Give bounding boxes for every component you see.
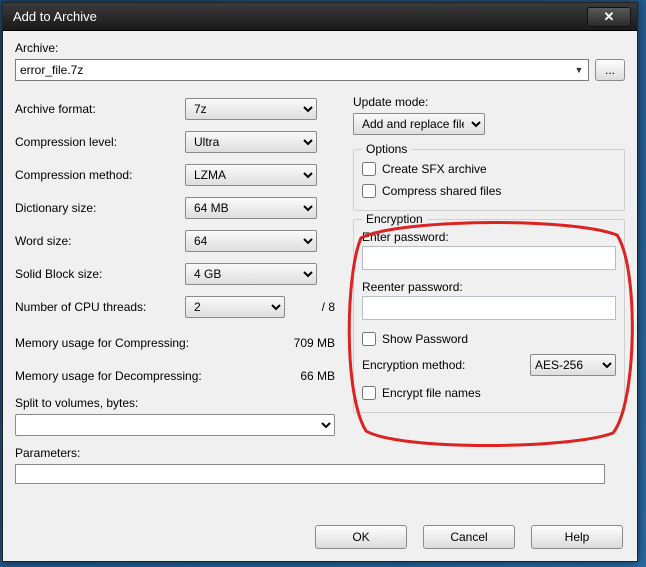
encrypt-filenames-label: Encrypt file names: [382, 386, 481, 400]
content: Archive: ▼ ... Archive format: 7z Compre…: [3, 31, 637, 515]
cpu-threads-label: Number of CPU threads:: [15, 300, 185, 314]
archive-path-input[interactable]: [15, 59, 589, 81]
solid-block-select[interactable]: 4 GB: [185, 263, 317, 285]
enter-password-label: Enter password:: [362, 230, 616, 244]
compression-method-label: Compression method:: [15, 168, 185, 182]
solid-block-label: Solid Block size:: [15, 267, 185, 281]
compress-shared-checkbox[interactable]: [362, 184, 376, 198]
reenter-password-input[interactable]: [362, 296, 616, 320]
mem-comp-label: Memory usage for Compressing:: [15, 336, 189, 350]
cancel-button[interactable]: Cancel: [423, 525, 515, 549]
encrypt-filenames-checkbox[interactable]: [362, 386, 376, 400]
mem-decomp-value: 66 MB: [275, 369, 335, 383]
update-mode-select[interactable]: Add and replace files: [353, 113, 485, 135]
compression-method-select[interactable]: LZMA: [185, 164, 317, 186]
ok-button[interactable]: OK: [315, 525, 407, 549]
show-password-label: Show Password: [382, 332, 468, 346]
archive-format-select[interactable]: 7z: [185, 98, 317, 120]
titlebar: Add to Archive ✕: [3, 3, 637, 31]
right-column: Update mode: Add and replace files Optio…: [353, 95, 625, 507]
close-icon: ✕: [604, 9, 615, 25]
create-sfx-checkbox[interactable]: [362, 162, 376, 176]
cpu-threads-select[interactable]: 2: [185, 296, 285, 318]
add-to-archive-window: Add to Archive ✕ Archive: ▼ ... Archive …: [2, 2, 638, 562]
dictionary-size-label: Dictionary size:: [15, 201, 185, 215]
word-size-label: Word size:: [15, 234, 185, 248]
word-size-select[interactable]: 64: [185, 230, 317, 252]
compression-level-select[interactable]: Ultra: [185, 131, 317, 153]
compression-level-label: Compression level:: [15, 135, 185, 149]
encryption-method-label: Encryption method:: [362, 358, 530, 372]
update-mode-label: Update mode:: [353, 95, 625, 109]
left-column: Archive format: 7z Compression level: Ul…: [15, 95, 335, 507]
archive-format-label: Archive format:: [15, 102, 185, 116]
encryption-method-select[interactable]: AES-256: [530, 354, 616, 376]
window-title: Add to Archive: [13, 9, 587, 24]
enter-password-input[interactable]: [362, 246, 616, 270]
create-sfx-label: Create SFX archive: [382, 162, 487, 176]
reenter-password-label: Reenter password:: [362, 280, 616, 294]
mem-decomp-label: Memory usage for Decompressing:: [15, 369, 202, 383]
encryption-group-label: Encryption: [362, 212, 427, 226]
browse-button[interactable]: ...: [595, 59, 625, 81]
mem-comp-value: 709 MB: [275, 336, 335, 350]
dialog-buttons: OK Cancel Help: [3, 515, 637, 561]
close-button[interactable]: ✕: [587, 7, 631, 27]
compress-shared-label: Compress shared files: [382, 184, 501, 198]
dictionary-size-select[interactable]: 64 MB: [185, 197, 317, 219]
split-volumes-select[interactable]: [15, 414, 335, 436]
encryption-group: Encryption Enter password: Reenter passw…: [353, 219, 625, 413]
split-volumes-label: Split to volumes, bytes:: [15, 396, 335, 410]
show-password-checkbox[interactable]: [362, 332, 376, 346]
options-group-label: Options: [362, 142, 411, 156]
cpu-threads-max: / 8: [303, 300, 335, 314]
archive-label: Archive:: [15, 41, 625, 55]
help-button[interactable]: Help: [531, 525, 623, 549]
